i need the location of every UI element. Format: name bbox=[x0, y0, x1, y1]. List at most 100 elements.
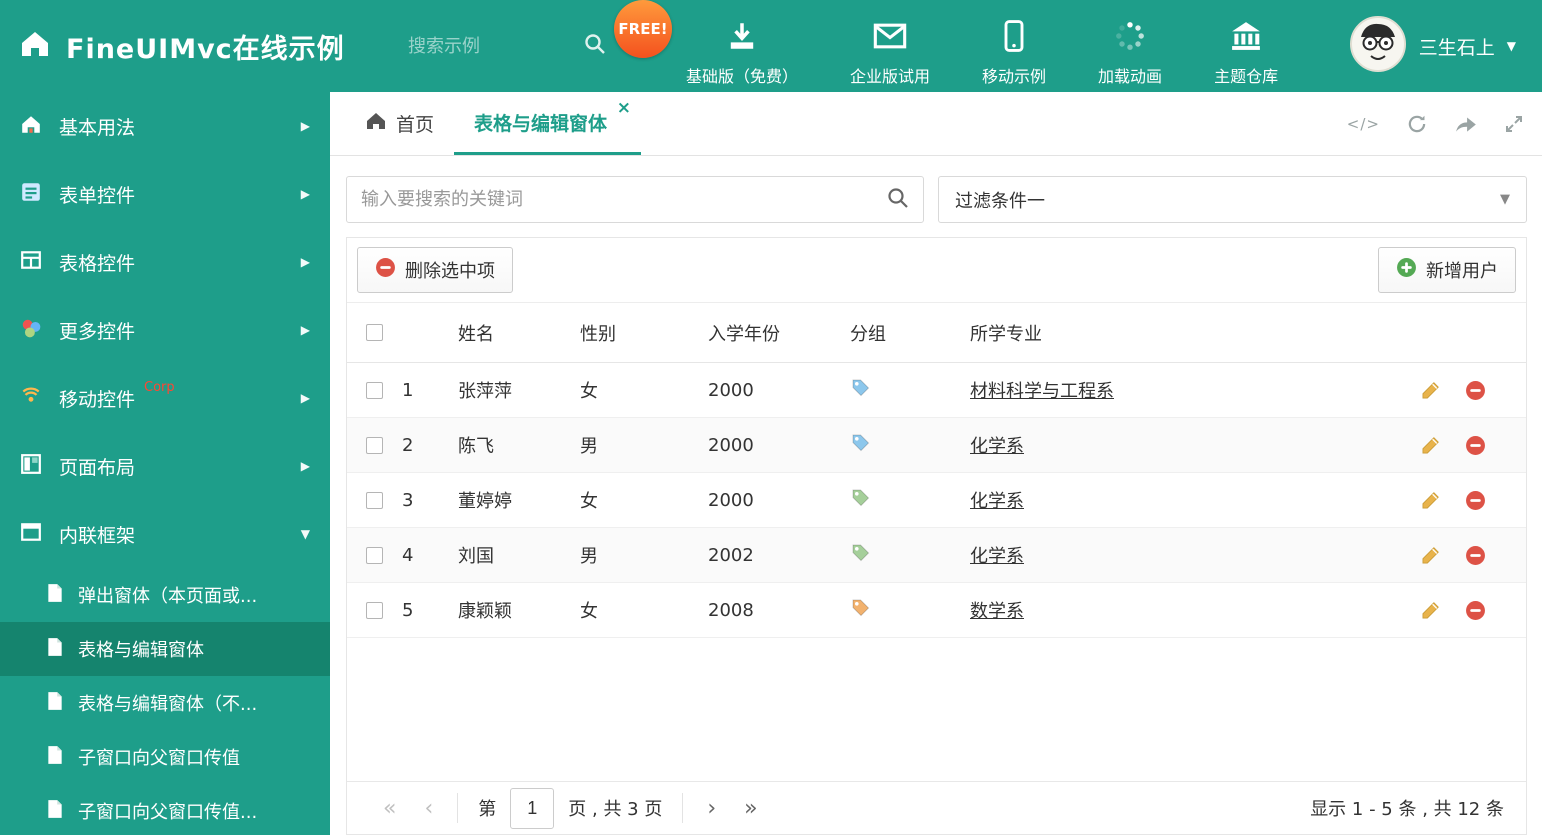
row-checkbox[interactable] bbox=[366, 601, 383, 619]
chevron-right-icon: ▶ bbox=[300, 323, 310, 337]
refresh-icon[interactable] bbox=[1406, 113, 1428, 135]
cell-gender: 男 bbox=[580, 436, 598, 457]
brand[interactable]: FineUIMvc在线示例 bbox=[0, 27, 408, 66]
sidebar-item-more-controls[interactable]: 更多控件 ▶ bbox=[0, 296, 330, 364]
table-row[interactable]: 4 刘国 男 2002 化学系 bbox=[347, 528, 1526, 583]
sidebar-item-label: 表单控件 bbox=[59, 184, 136, 207]
sidebar-subitem-child-to-parent[interactable]: 子窗口向父窗口传值 bbox=[0, 730, 330, 784]
chevron-right-icon: ▶ bbox=[300, 391, 310, 405]
spinner-icon bbox=[1114, 18, 1146, 54]
prev-page-button[interactable]: ‹ bbox=[410, 796, 447, 821]
delete-row-icon[interactable] bbox=[1465, 490, 1486, 511]
cell-name: 康颖颖 bbox=[458, 601, 512, 622]
button-label: 新增用户 bbox=[1426, 261, 1498, 281]
column-header-name[interactable]: 姓名 bbox=[444, 320, 566, 346]
major-link[interactable]: 数学系 bbox=[970, 601, 1024, 622]
sidebar-item-label: 基本用法 bbox=[59, 116, 136, 139]
sidebar-item-iframe[interactable]: 内联框架 ▼ bbox=[0, 500, 330, 568]
mobile-icon bbox=[1004, 18, 1024, 54]
major-link[interactable]: 化学系 bbox=[970, 436, 1024, 457]
tab-grid-edit-window[interactable]: 表格与编辑窗体 × bbox=[454, 92, 642, 155]
next-page-button[interactable]: › bbox=[693, 796, 730, 821]
cell-year: 2000 bbox=[708, 489, 754, 511]
row-checkbox[interactable] bbox=[366, 546, 383, 564]
cell-year: 2000 bbox=[708, 379, 754, 401]
nav-item-enterprise-trial[interactable]: 企业版试用 bbox=[850, 6, 930, 87]
delete-row-icon[interactable] bbox=[1465, 545, 1486, 566]
page-number-input[interactable] bbox=[510, 787, 555, 829]
mobile-signal-icon bbox=[20, 385, 42, 412]
source-code-icon[interactable]: </> bbox=[1347, 115, 1380, 133]
file-icon bbox=[46, 637, 64, 662]
pager-divider bbox=[457, 793, 459, 823]
chevron-right-icon: ▶ bbox=[300, 119, 310, 133]
column-header-major[interactable]: 所学专业 bbox=[956, 320, 1408, 346]
form-icon bbox=[20, 181, 42, 208]
sidebar-subitem-child-to-parent-2[interactable]: 子窗口向父窗口传值... bbox=[0, 784, 330, 835]
sidebar-item-label: 内联框架 bbox=[59, 524, 136, 547]
row-checkbox[interactable] bbox=[366, 436, 383, 454]
edit-pencil-icon[interactable] bbox=[1420, 490, 1441, 511]
table-row[interactable]: 5 康颖颖 女 2008 数学系 bbox=[347, 583, 1526, 638]
table-row[interactable]: 3 董婷婷 女 2000 化学系 bbox=[347, 473, 1526, 528]
search-icon[interactable] bbox=[584, 33, 606, 59]
frame-icon bbox=[20, 521, 42, 548]
sidebar-item-basic-usage[interactable]: 基本用法 ▶ bbox=[0, 92, 330, 160]
select-all-checkbox[interactable] bbox=[366, 324, 383, 341]
cell-gender: 女 bbox=[580, 381, 598, 402]
cell-name: 刘国 bbox=[458, 546, 494, 567]
grid-body: 1 张萍萍 女 2000 材料科学与工程系 2 陈飞 男 2000 化学系 3 … bbox=[347, 363, 1526, 781]
header-search-input[interactable] bbox=[408, 35, 558, 57]
major-link[interactable]: 材料科学与工程系 bbox=[970, 381, 1114, 402]
column-header-group[interactable]: 分组 bbox=[836, 320, 956, 346]
sidebar-item-page-layout[interactable]: 页面布局 ▶ bbox=[0, 432, 330, 500]
edit-pencil-icon[interactable] bbox=[1420, 600, 1441, 621]
delete-row-icon[interactable] bbox=[1465, 380, 1486, 401]
file-icon bbox=[46, 799, 64, 824]
header-search bbox=[408, 33, 620, 59]
close-icon[interactable]: × bbox=[617, 98, 631, 118]
tab-home[interactable]: 首页 bbox=[346, 92, 454, 155]
nav-item-basic-free[interactable]: FREE! 基础版（免费） bbox=[614, 0, 798, 87]
sidebar-item-grid-controls[interactable]: 表格控件 ▶ bbox=[0, 228, 330, 296]
cell-group bbox=[836, 377, 956, 403]
search-icon[interactable] bbox=[887, 187, 909, 213]
table-row[interactable]: 1 张萍萍 女 2000 材料科学与工程系 bbox=[347, 363, 1526, 418]
pagination-summary: 显示 1 - 5 条 , 共 12 条 bbox=[1310, 799, 1504, 820]
filter-dropdown[interactable]: 过滤条件一 ▼ bbox=[938, 176, 1527, 223]
edit-pencil-icon[interactable] bbox=[1420, 435, 1441, 456]
content-area: 过滤条件一 ▼ 删除选中项 新增用户 bbox=[330, 156, 1542, 835]
column-header-year[interactable]: 入学年份 bbox=[694, 320, 836, 346]
filter-row: 过滤条件一 ▼ bbox=[346, 176, 1527, 223]
user-menu[interactable]: 三生石上 ▼ bbox=[1349, 15, 1542, 77]
keyword-search-input[interactable] bbox=[361, 189, 887, 210]
open-in-new-icon[interactable] bbox=[1454, 114, 1478, 134]
page-label-after: 页 , 共 3 页 bbox=[568, 799, 663, 820]
edit-pencil-icon[interactable] bbox=[1420, 545, 1441, 566]
add-user-button[interactable]: 新增用户 bbox=[1378, 247, 1516, 293]
column-header-gender[interactable]: 性别 bbox=[566, 320, 694, 346]
edit-pencil-icon[interactable] bbox=[1420, 380, 1441, 401]
sidebar-subitem-grid-edit-window-2[interactable]: 表格与编辑窗体（不... bbox=[0, 676, 330, 730]
row-checkbox[interactable] bbox=[366, 491, 383, 509]
nav-item-theme-store[interactable]: 主题仓库 bbox=[1214, 6, 1278, 87]
row-checkbox[interactable] bbox=[366, 381, 383, 399]
maximize-icon[interactable] bbox=[1504, 114, 1524, 134]
delete-selected-button[interactable]: 删除选中项 bbox=[357, 247, 513, 293]
header-nav: FREE! 基础版（免费） 企业版试用 移动示例 加载动画 主题仓库 bbox=[614, 0, 1278, 87]
sidebar-item-mobile-controls[interactable]: 移动控件 Corp ▶ bbox=[0, 364, 330, 432]
last-page-button[interactable]: » bbox=[730, 796, 771, 821]
first-page-button[interactable]: « bbox=[369, 796, 410, 821]
major-link[interactable]: 化学系 bbox=[970, 491, 1024, 512]
table-row[interactable]: 2 陈飞 男 2000 化学系 bbox=[347, 418, 1526, 473]
sidebar-subitem-grid-edit-window[interactable]: 表格与编辑窗体 bbox=[0, 622, 330, 676]
sidebar-item-form-controls[interactable]: 表单控件 ▶ bbox=[0, 160, 330, 228]
nav-item-mobile-demo[interactable]: 移动示例 bbox=[982, 6, 1046, 87]
sidebar-subitem-popup-window[interactable]: 弹出窗体（本页面或... bbox=[0, 568, 330, 622]
major-link[interactable]: 化学系 bbox=[970, 546, 1024, 567]
delete-row-icon[interactable] bbox=[1465, 600, 1486, 621]
bank-icon bbox=[1229, 18, 1263, 54]
delete-row-icon[interactable] bbox=[1465, 435, 1486, 456]
cell-gender: 男 bbox=[580, 546, 598, 567]
nav-item-loading-animation[interactable]: 加载动画 bbox=[1098, 6, 1162, 87]
